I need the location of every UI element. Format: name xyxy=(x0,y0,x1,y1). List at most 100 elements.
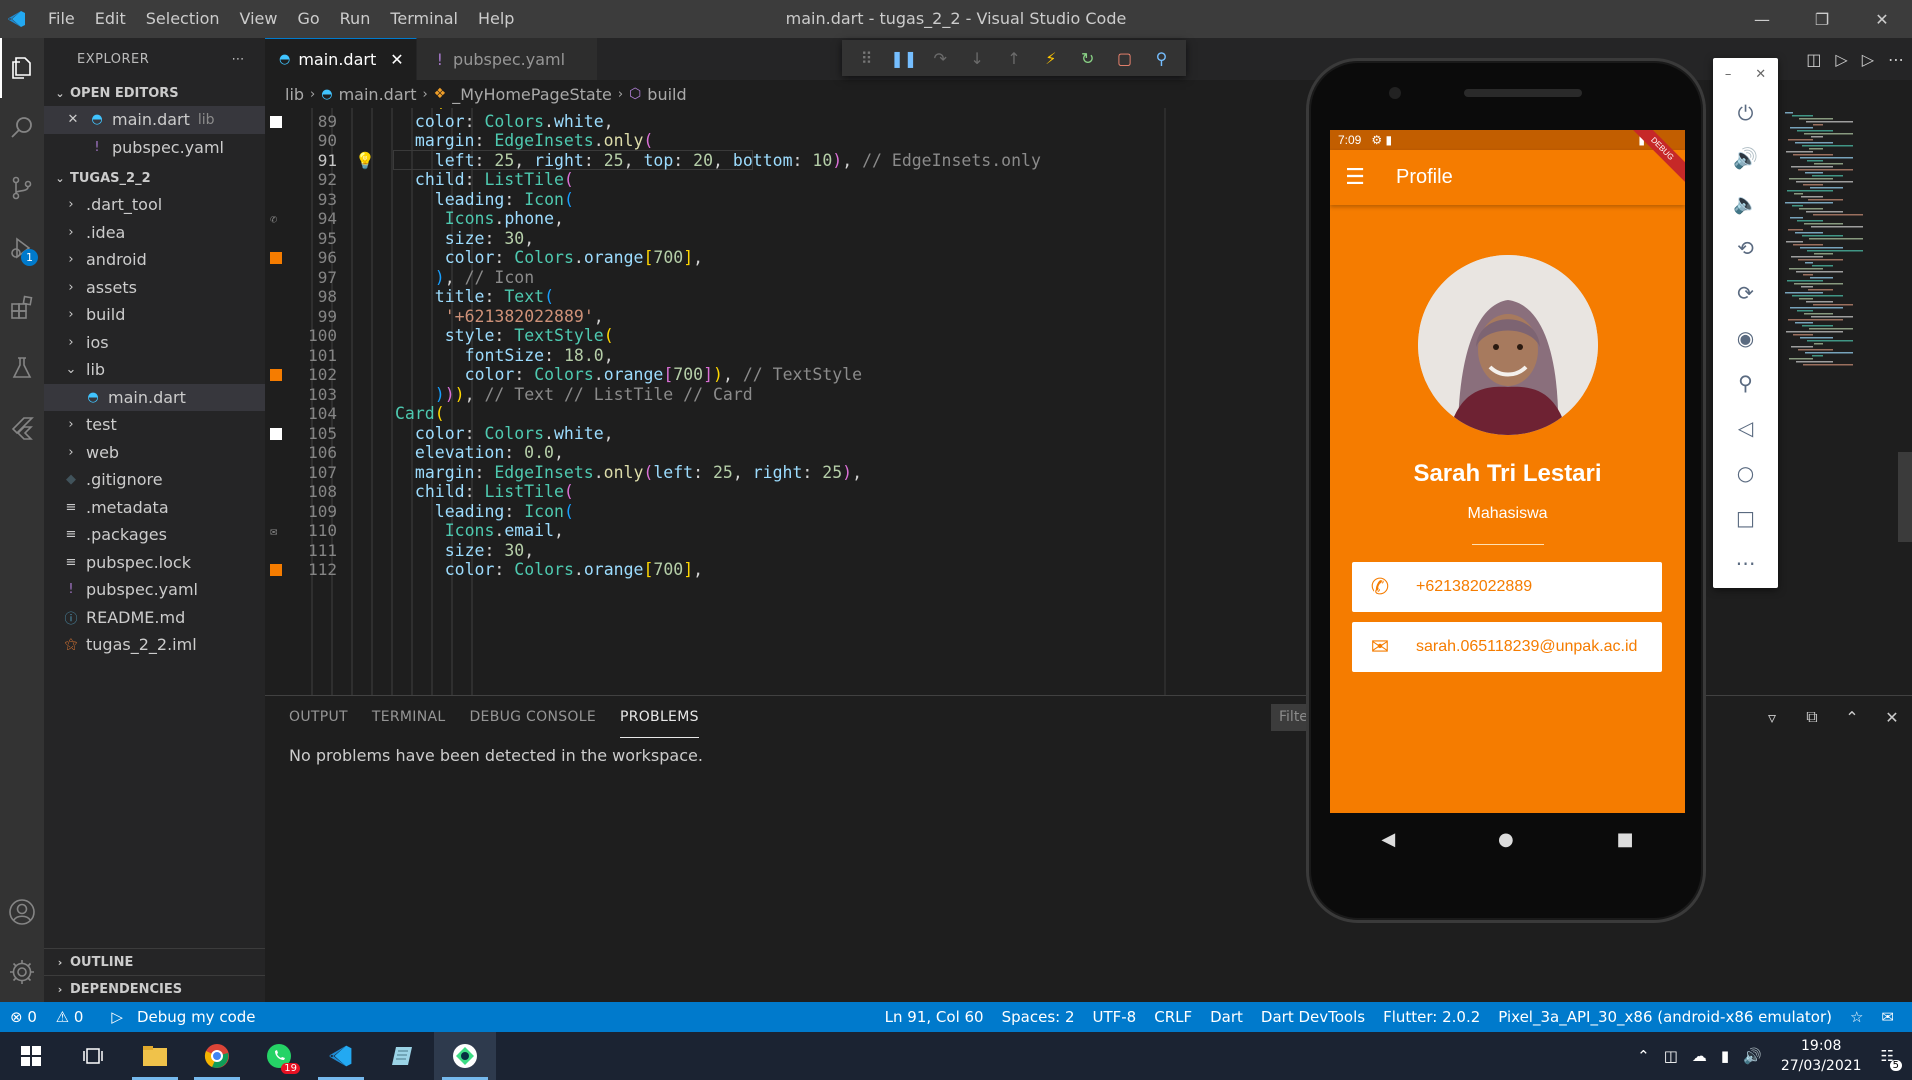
indentation[interactable]: Spaces: 2 xyxy=(1002,1008,1075,1026)
breadcrumb-file[interactable]: main.dart xyxy=(339,85,417,104)
menu-run[interactable]: Run xyxy=(330,0,381,38)
breadcrumb-class[interactable]: _MyHomePageState xyxy=(452,85,612,104)
restore-icon[interactable]: ❐ xyxy=(1792,0,1852,38)
zoom-icon[interactable]: ⚲ xyxy=(1713,360,1778,405)
close-icon[interactable]: ✕ xyxy=(64,112,82,127)
tree-item[interactable]: ⓘ README.md xyxy=(44,604,265,632)
tab-debug-console[interactable]: DEBUG CONSOLE xyxy=(469,696,596,738)
tree-item[interactable]: › test xyxy=(44,411,265,439)
file-explorer-icon[interactable] xyxy=(124,1032,186,1080)
split-editor-icon[interactable]: ◫ xyxy=(1806,50,1821,69)
close-tab-icon[interactable]: ✕ xyxy=(390,50,403,69)
feedback-icon[interactable]: ☆ xyxy=(1850,1008,1863,1026)
email-card[interactable]: ✉ sarah.065118239@unpak.ac.id xyxy=(1352,622,1662,672)
task-view-icon[interactable] xyxy=(62,1032,124,1080)
tab-main-dart[interactable]: ◓ main.dart ✕ xyxy=(265,38,417,80)
tree-item[interactable]: ⚝ tugas_2_2.iml xyxy=(44,631,265,659)
minimize-icon[interactable]: — xyxy=(1732,0,1792,38)
code-editor[interactable]: 88Card(89color: Colors.white,90margin: E… xyxy=(265,108,1305,695)
settings-gear-icon[interactable] xyxy=(0,942,44,1002)
overview-icon[interactable]: □ xyxy=(1713,495,1778,540)
menu-file[interactable]: File xyxy=(38,0,85,38)
encoding[interactable]: UTF-8 xyxy=(1093,1008,1137,1026)
more-actions-icon[interactable]: ⋯ xyxy=(232,52,246,67)
tree-item[interactable]: › build xyxy=(44,301,265,329)
explorer-icon[interactable] xyxy=(0,38,44,98)
search-icon[interactable] xyxy=(0,98,44,158)
filter-icon[interactable]: ▿ xyxy=(1752,708,1792,727)
clock[interactable]: 19:08 27/03/2021 xyxy=(1781,1036,1862,1076)
tab-terminal[interactable]: TERMINAL xyxy=(372,696,446,738)
home-button-icon[interactable]: ● xyxy=(1498,829,1514,850)
tree-item[interactable]: ⌄ lib xyxy=(44,356,265,384)
language-mode[interactable]: Dart xyxy=(1210,1008,1243,1026)
notifications-bell-icon[interactable]: ✉ xyxy=(1881,1008,1894,1026)
tree-item[interactable]: › web xyxy=(44,439,265,467)
tree-item[interactable]: ≡ .packages xyxy=(44,521,265,549)
rotate-right-icon[interactable]: ⟳ xyxy=(1713,270,1778,315)
more-actions-icon[interactable]: ⋯ xyxy=(1888,50,1904,69)
launch-config[interactable]: Debug my code xyxy=(137,1008,256,1026)
tree-item[interactable]: › assets xyxy=(44,274,265,302)
hot-reload-icon[interactable]: ⚡ xyxy=(1038,49,1064,68)
account-icon[interactable] xyxy=(0,882,44,942)
step-out-icon[interactable]: ↑ xyxy=(1001,49,1027,68)
tree-item[interactable]: › ios xyxy=(44,329,265,357)
onedrive-icon[interactable]: ☁ xyxy=(1692,1047,1707,1065)
hamburger-menu-icon[interactable]: ☰ xyxy=(1330,165,1380,190)
dependencies-section[interactable]: › DEPENDENCIES xyxy=(44,975,265,1002)
tree-item[interactable]: › android xyxy=(44,246,265,274)
problems-status[interactable]: ⊗ 0 ⚠ 0 xyxy=(10,1008,97,1026)
close-panel-icon[interactable]: ✕ xyxy=(1872,708,1912,727)
code-line[interactable]: 112 color: Colors.orange[700], xyxy=(265,558,1305,582)
android-studio-emulator-icon[interactable] xyxy=(434,1032,496,1080)
back-button-icon[interactable]: ◀ xyxy=(1381,829,1395,850)
menu-help[interactable]: Help xyxy=(468,0,524,38)
end-of-line[interactable]: CRLF xyxy=(1154,1008,1192,1026)
volume-down-icon[interactable]: 🔈 xyxy=(1713,180,1778,225)
tree-item[interactable]: ◆ .gitignore xyxy=(44,466,265,494)
device-selector[interactable]: Pixel_3a_API_30_x86 (android-x86 emulato… xyxy=(1498,1008,1832,1026)
show-hidden-icons-icon[interactable]: ⌃ xyxy=(1637,1047,1650,1065)
breadcrumb-method[interactable]: build xyxy=(647,85,686,104)
breadcrumb-lib[interactable]: lib xyxy=(285,85,304,104)
menu-terminal[interactable]: Terminal xyxy=(380,0,468,38)
open-editor-item[interactable]: ! pubspec.yaml xyxy=(44,134,265,162)
tab-pubspec-yaml[interactable]: ! pubspec.yaml xyxy=(416,38,599,80)
restart-icon[interactable]: ↻ xyxy=(1075,49,1101,68)
windows-start-icon[interactable] xyxy=(0,1032,62,1080)
flutter-icon[interactable] xyxy=(0,398,44,458)
drag-handle-icon[interactable]: ⠿ xyxy=(853,49,879,68)
tree-item[interactable]: ◓ main.dart xyxy=(44,383,265,411)
debug-run-icon[interactable]: ▷ xyxy=(1862,50,1874,69)
menu-edit[interactable]: Edit xyxy=(85,0,136,38)
phone-card[interactable]: ✆ +621382022889 xyxy=(1352,562,1662,612)
flutter-version[interactable]: Flutter: 2.0.2 xyxy=(1383,1008,1480,1026)
run-icon[interactable]: ▷ xyxy=(1835,50,1847,69)
dart-devtools[interactable]: Dart DevTools xyxy=(1261,1008,1365,1026)
tree-item[interactable]: ! pubspec.yaml xyxy=(44,576,265,604)
step-into-icon[interactable]: ↓ xyxy=(964,49,990,68)
tab-output[interactable]: OUTPUT xyxy=(289,696,348,738)
outline-section[interactable]: › OUTLINE xyxy=(44,948,265,975)
run-debug-icon[interactable]: 1 xyxy=(0,218,44,278)
recents-button-icon[interactable]: ■ xyxy=(1617,829,1634,850)
open-editors-section[interactable]: ⌄ OPEN EDITORS xyxy=(44,80,265,106)
action-center-icon[interactable]: ☷ 5 xyxy=(1881,1047,1902,1071)
maximize-panel-icon[interactable]: ⌃ xyxy=(1832,708,1872,727)
open-editor-item[interactable]: ✕ ◓ main.dart lib xyxy=(44,106,265,134)
power-icon[interactable]: ⏻ xyxy=(1713,90,1778,135)
home-icon[interactable]: ○ xyxy=(1713,450,1778,495)
close-window-icon[interactable]: ✕ xyxy=(1852,0,1912,38)
editor-scrollbar[interactable] xyxy=(1898,452,1912,542)
battery-icon[interactable]: ▮ xyxy=(1721,1047,1729,1065)
volume-up-icon[interactable]: 🔊 xyxy=(1713,135,1778,180)
menu-go[interactable]: Go xyxy=(287,0,329,38)
rotate-left-icon[interactable]: ⟲ xyxy=(1713,225,1778,270)
testing-icon[interactable] xyxy=(0,338,44,398)
cursor-position[interactable]: Ln 91, Col 60 xyxy=(885,1008,984,1026)
project-section[interactable]: ⌄ TUGAS_2_2 xyxy=(44,165,265,191)
stop-icon[interactable]: ▢ xyxy=(1112,49,1138,68)
tree-item[interactable]: › .dart_tool xyxy=(44,191,265,219)
pause-icon[interactable]: ❚❚ xyxy=(890,49,917,68)
